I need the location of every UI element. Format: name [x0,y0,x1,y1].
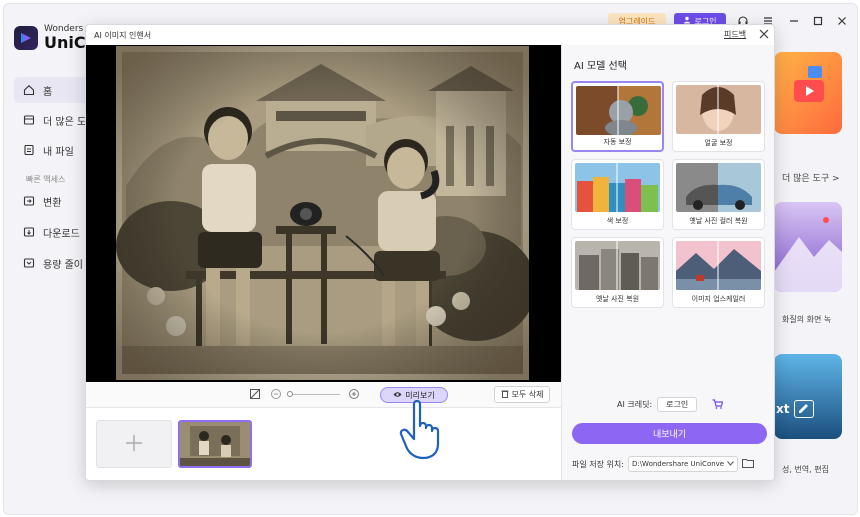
model-thumbnail [575,163,660,212]
model-label: 옛날 사진 복원 [595,295,640,303]
minimize-icon[interactable] [786,13,802,29]
model-thumbnail [676,163,761,212]
save-path-value: D:\Wondershare UniConve [631,460,725,468]
sidebar-item-label: 변환 [43,197,62,209]
model-thumbnail [676,241,761,290]
model-thumbnail [575,241,660,290]
folder-icon[interactable] [741,458,754,470]
more-tools-link[interactable]: 더 많은 도구 > [782,171,840,184]
model-thumbnail [576,86,661,135]
delete-all-label: 모두 삭제 [511,390,544,399]
model-thumbnail [676,85,761,134]
feedback-link[interactable]: 피드백 [724,29,746,40]
maximize-icon[interactable] [810,13,826,29]
preview-toolbar: 미리보기 모두 삭제 [86,382,561,408]
background-recorder-card[interactable] [774,202,842,292]
sidebar-item-label: 내 파일 [43,146,74,158]
background-subtitle-card[interactable]: xt [774,354,842,439]
compress-icon [22,257,35,270]
logo-line2: UniC [44,33,86,52]
fit-screen-icon[interactable] [249,388,261,403]
image-preview [86,45,561,382]
model-old-photo-restore[interactable]: 옛날 사진 복원 [571,237,664,308]
model-old-photo-colorize[interactable]: 옛날 사진 컬러 복원 [672,159,765,230]
zoom-out-icon[interactable] [270,388,282,403]
eye-icon [393,391,402,400]
preview-label: 미리보기 [405,390,435,400]
plus-icon [125,434,143,455]
model-image-upscaler[interactable]: 이미지 업스케일러 [672,237,765,308]
model-label: 얼굴 보정 [704,139,733,147]
dialog-title: AI 이미지 인핸서 [94,31,152,40]
background-text-recorder: 화질의 화면 녹 [782,315,832,324]
file-icon [22,144,35,157]
save-location-row: 파일 저장 위치: D:\Wondershare UniConve [572,456,754,472]
image-thumbnail[interactable] [178,420,252,468]
background-card-text: xt [776,402,790,416]
sidebar-item-label: 용량 줄이 [43,259,83,271]
close-window-icon[interactable] [834,13,850,29]
zoom-slider[interactable] [288,394,340,395]
grid-icon [22,114,35,127]
edit-icon [794,400,814,418]
add-image-button[interactable] [96,420,172,468]
home-icon [22,84,35,97]
trash-icon [501,389,509,400]
download-icon [22,226,35,239]
thumbnail-strip [86,408,561,480]
sidebar-item-label: 홈 [43,86,53,98]
model-auto-enhance[interactable]: 자동 보정 [571,81,664,152]
model-selection-panel: AI 모델 선택 자동 보정 얼굴 보정 색 보정 옛날 사진 컬러 복원 옛날… [561,45,774,480]
zoom-in-icon[interactable] [348,388,360,403]
cart-icon[interactable] [712,398,724,411]
chevron-down-icon [727,460,734,468]
hand-pointer-icon [398,399,450,460]
quick-access-label: 빠른 액세스 [26,175,66,184]
ai-credit-label: AI 크레딧: [617,400,653,409]
zoom-slider-handle[interactable] [287,391,293,397]
model-label: 색 보정 [606,217,629,225]
model-face-enhance[interactable]: 얼굴 보정 [672,81,765,152]
close-icon[interactable] [757,27,771,41]
panel-title: AI 모델 선택 [574,61,627,72]
logo-icon [14,25,38,50]
model-label: 옛날 사진 컬러 복원 [689,217,748,225]
sidebar-item-label: 다운로드 [43,228,80,240]
background-feature-card[interactable] [774,52,842,134]
ai-credit-row: AI 크레딧: 로그인 [617,397,724,412]
sidebar-item-label: 더 많은 도 [43,116,87,128]
credit-login-button[interactable]: 로그인 [657,397,698,412]
model-color-enhance[interactable]: 색 보정 [571,159,664,230]
save-path-select[interactable]: D:\Wondershare UniConve [627,456,738,472]
model-label: 자동 보정 [603,138,632,146]
model-label: 이미지 업스케일러 [691,295,746,303]
export-button[interactable]: 내보내기 [572,423,767,444]
old-photo-preview [116,46,529,380]
delete-all-button[interactable]: 모두 삭제 [494,386,550,403]
convert-icon [22,195,35,208]
app-logo: Wonders UniC [14,24,86,51]
save-location-label: 파일 저장 위치: [572,459,624,469]
background-text-translate: 성, 번역, 편집 [782,465,829,474]
